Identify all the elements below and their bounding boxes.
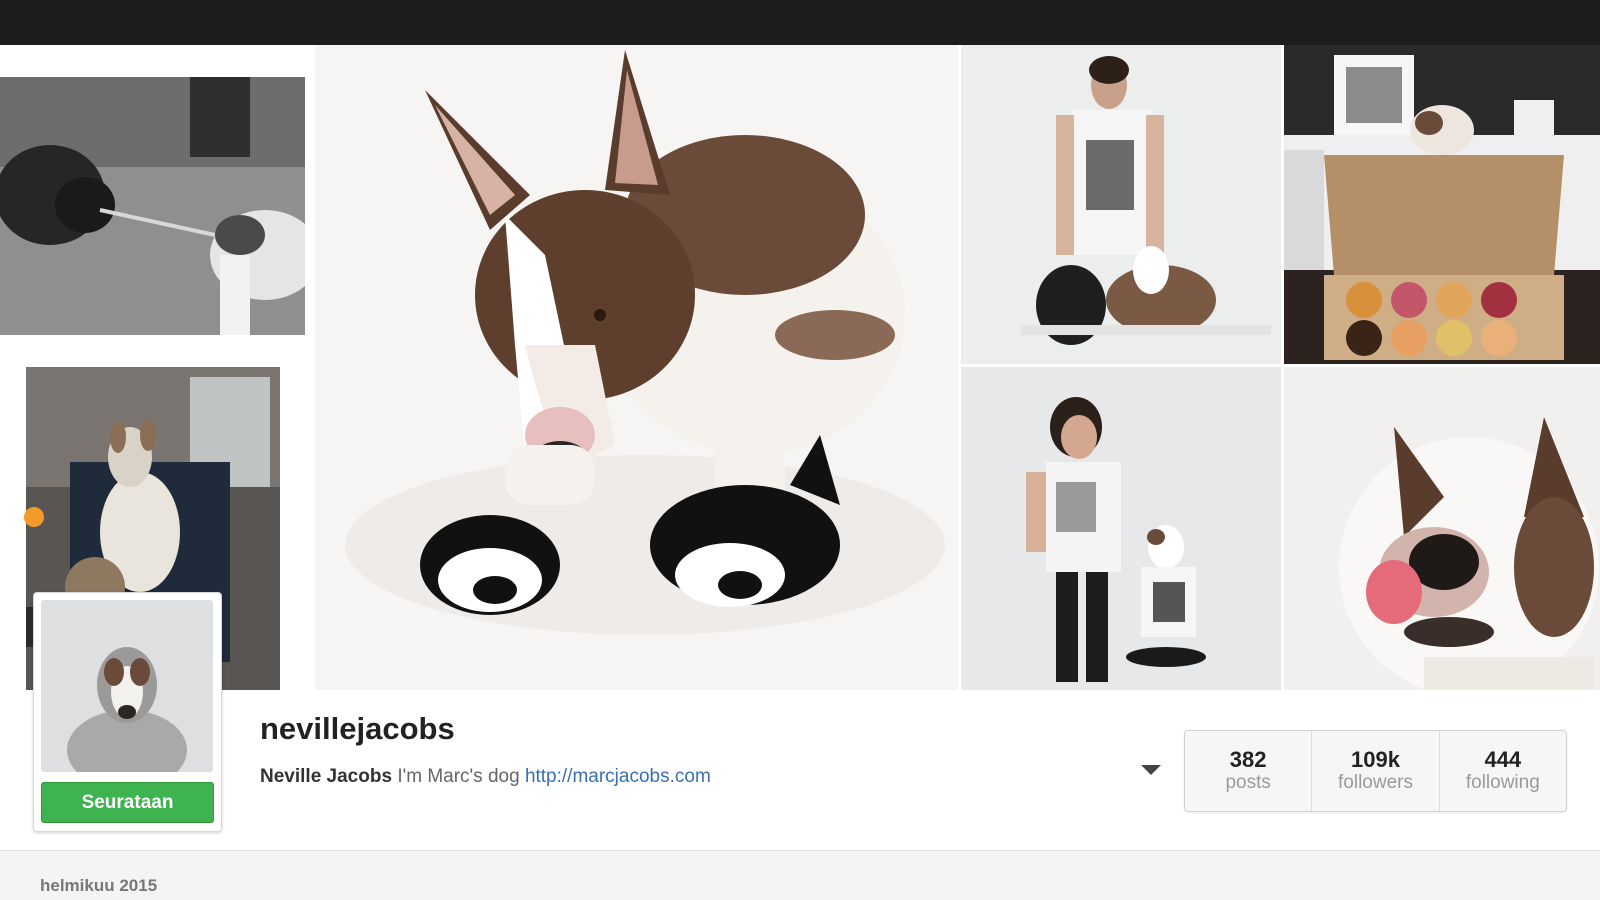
photo-dog-donuts-image: [1284, 45, 1600, 364]
photo-dog-lick-image: [1284, 367, 1600, 690]
dropdown-caret-icon[interactable]: [1141, 765, 1161, 775]
stat-followers[interactable]: 109k followers: [1311, 731, 1438, 811]
stat-posts-value: 382: [1229, 747, 1267, 772]
photo-tile-woman-dogs[interactable]: [961, 45, 1281, 364]
stat-posts[interactable]: 382 posts: [1185, 731, 1311, 811]
photo-tile-dog-lick[interactable]: [1284, 367, 1600, 690]
profile-website-link[interactable]: http://marcjacobs.com: [525, 766, 711, 787]
profile-full-name: Neville Jacobs: [260, 766, 393, 787]
follow-button[interactable]: Seurataan: [41, 782, 214, 823]
photo-tile-dog-donuts[interactable]: [1284, 45, 1600, 364]
profile-stats: 382 posts 109k followers 444 following: [1184, 730, 1567, 812]
photo-dogs-tug-image: [0, 45, 312, 364]
stat-following-value: 444: [1484, 747, 1522, 772]
profile-bio-text: I'm Marc's dog: [397, 766, 520, 787]
stat-followers-value: 109k: [1351, 747, 1400, 772]
photo-tile-woman-dog-shirt[interactable]: [961, 367, 1281, 690]
avatar-card: Seurataan: [33, 592, 222, 832]
stat-posts-label: posts: [1225, 772, 1271, 793]
stat-following[interactable]: 444 following: [1438, 731, 1566, 811]
avatar-image: [41, 600, 213, 772]
top-bar: [0, 0, 1600, 45]
photo-grid: [0, 45, 1600, 690]
stat-following-label: following: [1465, 772, 1540, 793]
profile-bio: Neville Jacobs I'm Marc's dog http://mar…: [260, 766, 711, 788]
timeline-date-label: helmikuu 2015: [40, 876, 158, 895]
photo-dog-shoes-image: [315, 45, 958, 690]
avatar[interactable]: [41, 600, 213, 772]
photo-woman-dogs-image: [961, 45, 1281, 364]
photo-tile-dog-shoes[interactable]: [315, 45, 958, 690]
profile-username: nevillejacobs: [260, 711, 455, 746]
photo-woman-dog-shirt-image: [961, 367, 1281, 690]
photo-tile-dogs-tug[interactable]: [0, 45, 312, 364]
stat-followers-label: followers: [1338, 772, 1413, 793]
